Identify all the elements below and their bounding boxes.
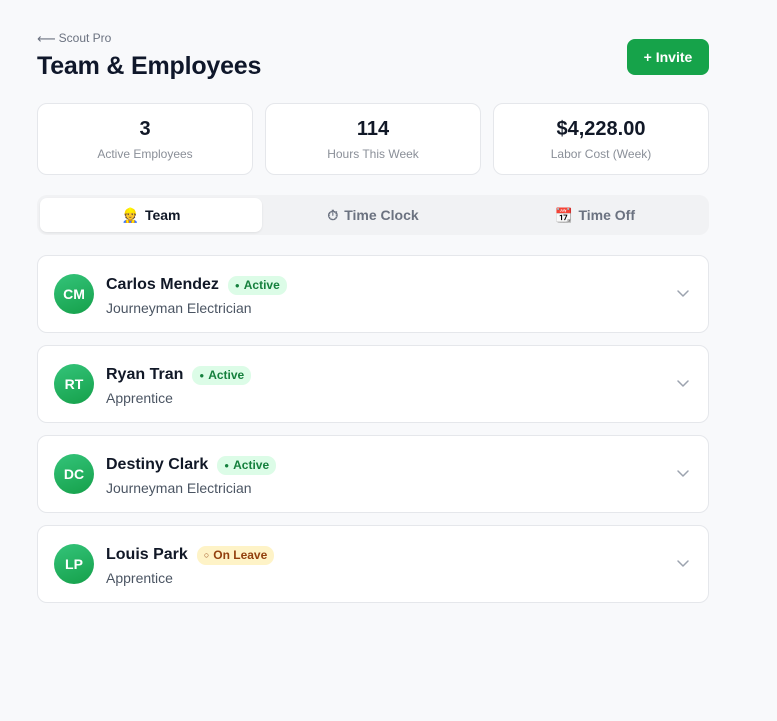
stat-label: Hours This Week [327,146,419,161]
stat-card-labor-cost: $4,228.00 Labor Cost (Week) [493,103,709,175]
tab-label: Time Off [578,207,635,223]
employee-role: Journeyman Electrician [106,480,252,496]
employee-card[interactable]: LP Louis Park ○ On Leave Apprentice [37,525,709,603]
stat-card-hours-this-week: 114 Hours This Week [265,103,481,175]
chevron-down-icon[interactable] [676,288,690,298]
stat-value: $4,228.00 [556,117,646,140]
tab-bar: 👷 Team ⏱ Time Clock 📆 Time Off [37,195,709,235]
tab-label: Time Clock [344,207,419,223]
employee-card[interactable]: DC Destiny Clark ● Active Journeyman Ele… [37,435,709,513]
status-label: Active [243,277,280,292]
stat-label: Active Employees [97,146,193,161]
page-title: Team & Employees [37,52,262,80]
stat-value: 114 [356,117,390,140]
avatar: DC [54,454,94,494]
worker-icon: 👷 [121,207,139,223]
tab-time-off[interactable]: 📆 Time Off [484,198,706,232]
status-badge: ● Active [217,455,277,475]
status-label: On Leave [213,547,268,562]
back-link-label: Scout Pro [58,31,112,45]
stat-value: 3 [139,117,151,140]
employee-name: Carlos Mendez [106,276,219,293]
invite-button[interactable]: + Invite [627,39,709,75]
employee-role: Journeyman Electrician [106,300,252,316]
chevron-down-icon[interactable] [676,558,690,568]
stopwatch-icon: ⏱ [327,207,339,223]
avatar: LP [54,544,94,584]
stats-row: 3 Active Employees 114 Hours This Week $… [37,103,709,175]
employee-card[interactable]: RT Ryan Tran ● Active Apprentice [37,345,709,423]
status-badge: ● Active [227,275,287,295]
employee-list: CM Carlos Mendez ● Active Journeyman Ele… [37,255,709,615]
page: ⟵ Scout Pro Team & Employees + Invite 3 … [0,0,777,721]
tab-label: Team [144,207,181,223]
status-dot-icon: ● [224,460,230,470]
status-dot-icon: ● [234,280,240,290]
chevron-down-icon[interactable] [676,378,690,388]
status-badge: ● Active [192,365,252,385]
employee-name: Destiny Clark [106,456,209,473]
back-link[interactable]: ⟵ Scout Pro [37,31,111,45]
avatar: CM [54,274,94,314]
employee-name: Louis Park [106,546,188,563]
avatar: RT [54,364,94,404]
stat-label: Labor Cost (Week) [550,146,652,161]
stat-card-active-employees: 3 Active Employees [37,103,253,175]
employee-role: Apprentice [106,570,173,586]
calendar-icon: 📆 [555,207,573,223]
employee-role: Apprentice [106,390,173,406]
status-badge: ○ On Leave [196,545,275,565]
tab-time-clock[interactable]: ⏱ Time Clock [262,198,484,232]
chevron-down-icon[interactable] [676,468,690,478]
employee-name: Ryan Tran [106,366,184,383]
status-label: Active [208,367,245,382]
status-dot-icon: ○ [203,549,210,560]
status-label: Active [233,457,270,472]
employee-card[interactable]: CM Carlos Mendez ● Active Journeyman Ele… [37,255,709,333]
status-dot-icon: ● [199,370,205,380]
tab-team[interactable]: 👷 Team [40,198,262,232]
back-arrow-icon: ⟵ [37,30,56,46]
